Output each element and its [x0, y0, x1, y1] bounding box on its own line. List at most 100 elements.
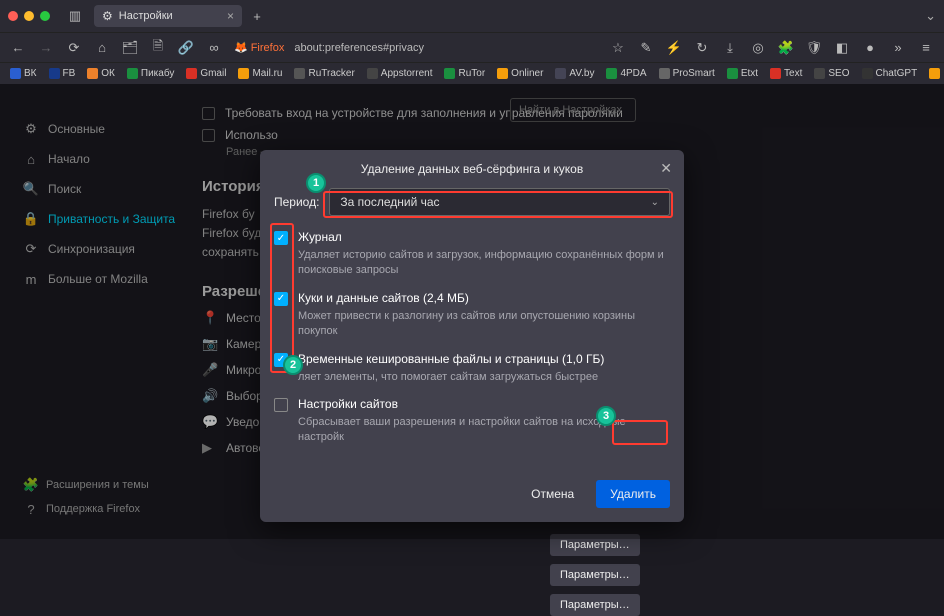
bookmark-icon: [186, 68, 197, 79]
dialog-close-button[interactable]: ✕: [660, 160, 672, 177]
bookmark-item[interactable]: SEO: [810, 67, 853, 80]
bookmark-label: Пикабу: [141, 68, 174, 79]
pen-icon[interactable]: ✎: [636, 38, 656, 58]
star-icon[interactable]: ☆: [608, 38, 628, 58]
window-minimize-button[interactable]: [24, 11, 34, 21]
bookmark-label: RuTracker: [308, 68, 354, 79]
bookmark-icon: [238, 68, 249, 79]
account-icon[interactable]: ◎: [748, 38, 768, 58]
bookmark-item[interactable]: Пикабу: [123, 67, 178, 80]
bookmark-item[interactable]: RuTor: [440, 67, 489, 80]
option-checkbox[interactable]: ✓: [274, 292, 288, 306]
bookmark-icon: [606, 68, 617, 79]
period-value: За последний час: [340, 195, 439, 209]
bookmark-item[interactable]: ВК: [6, 67, 41, 80]
bookmark-icon: [294, 68, 305, 79]
reload-button[interactable]: ⟳: [64, 38, 84, 58]
bookmark-item[interactable]: AV.by: [551, 67, 598, 80]
bookmark-item[interactable]: Text: [766, 67, 806, 80]
bookmark-item[interactable]: Mail.ru: [234, 67, 286, 80]
bookmark-label: AV.by: [569, 68, 594, 79]
bookmark-item[interactable]: Appstorrent: [363, 67, 437, 80]
download-icon[interactable]: ⤓: [720, 38, 740, 58]
bookmark-label: Mail.ru: [252, 68, 282, 79]
bookmark-icon: [555, 68, 566, 79]
bookmark-item[interactable]: Onliner: [493, 67, 547, 80]
option-checkbox[interactable]: ✓: [274, 231, 288, 245]
bookmark-item[interactable]: FB: [45, 67, 80, 80]
option-desc: Может привести к разлогину из сайтов или…: [298, 309, 670, 340]
firefox-brand-label: 🦊 Firefox: [234, 41, 284, 54]
bookmark-label: Onliner: [511, 68, 543, 79]
shield-icon[interactable]: 🛡: [804, 38, 824, 58]
bookmark-label: 4PDA: [620, 68, 646, 79]
window-traffic-lights: [8, 11, 50, 21]
option-title: Куки и данные сайтов (2,4 МБ): [298, 291, 469, 305]
bookmark-icon: [659, 68, 670, 79]
bookmark-item[interactable]: RuTracker: [290, 67, 358, 80]
delete-button[interactable]: Удалить: [596, 480, 670, 508]
clipboard-icon[interactable]: 🗎: [148, 38, 168, 58]
bookmark-label: ChatGPT: [876, 68, 918, 79]
bookmark-item[interactable]: ЮMoney: [925, 67, 944, 80]
bookmark-icon: [497, 68, 508, 79]
option-desc: Удаляет историю сайтов и загрузок, инфор…: [298, 248, 670, 279]
refresh2-icon[interactable]: ↻: [692, 38, 712, 58]
back-button[interactable]: ←: [8, 38, 28, 58]
tabs-overflow-icon[interactable]: ⌄: [925, 8, 936, 24]
avatar-icon[interactable]: ●: [860, 38, 880, 58]
bookmark-label: RuTor: [458, 68, 485, 79]
option-desc: ляет элементы, что помогает сайтам загру…: [298, 370, 670, 385]
annotation-badge-1: 1: [306, 173, 326, 193]
bookmark-icon: [444, 68, 455, 79]
bookmark-label: Appstorrent: [381, 68, 433, 79]
menu-icon[interactable]: ≡: [916, 38, 936, 58]
window-close-button[interactable]: [8, 11, 18, 21]
bookmark-icon: [367, 68, 378, 79]
bookmark-label: Gmail: [200, 68, 226, 79]
clear-data-dialog: Удаление данных веб-сёрфинга и куков ✕ П…: [260, 150, 684, 522]
bookmark-item[interactable]: 4PDA: [602, 67, 650, 80]
tab-strip: ⚙ Настройки × + ⌄: [94, 5, 936, 27]
link-icon[interactable]: 🔗: [176, 38, 196, 58]
extensions-icon[interactable]: 🧩: [776, 38, 796, 58]
tab-settings[interactable]: ⚙ Настройки ×: [94, 5, 242, 27]
annotation-badge-3: 3: [596, 406, 616, 426]
new-tab-button[interactable]: +: [246, 5, 268, 27]
pocket-icon[interactable]: ◧: [832, 38, 852, 58]
bookmark-label: FB: [63, 68, 76, 79]
url-text[interactable]: about:preferences#privacy: [294, 42, 600, 54]
bookmark-item[interactable]: ChatGPT: [858, 67, 922, 80]
infinity-icon[interactable]: ∞: [204, 38, 224, 58]
option-title: Журнал: [298, 230, 342, 244]
forward-button[interactable]: →: [36, 38, 56, 58]
bookmark-item[interactable]: ProSmart: [655, 67, 719, 80]
bookmark-label: ВК: [24, 68, 37, 79]
clear-option: ✓ Журнал Удаляет историю сайтов и загруз…: [274, 230, 670, 279]
address-bar: ← → ⟳ ⌂ 🗂 🗎 🔗 ∞ 🦊 Firefox about:preferen…: [0, 32, 944, 62]
bookmark-icon: [10, 68, 21, 79]
firefox-icon: 🦊: [234, 41, 248, 54]
home-button[interactable]: ⌂: [92, 38, 112, 58]
bookmark-label: ОК: [101, 68, 115, 79]
tab-close-icon[interactable]: ×: [227, 9, 234, 23]
option-checkbox[interactable]: [274, 398, 288, 412]
window-maximize-button[interactable]: [40, 11, 50, 21]
period-select[interactable]: За последний час ⌄: [329, 188, 670, 216]
more-icon[interactable]: »: [888, 38, 908, 58]
bookmark-label: SEO: [828, 68, 849, 79]
bookmark-icon: [770, 68, 781, 79]
bookmark-item[interactable]: Etxt: [723, 67, 762, 80]
option-title: Временные кешированные файлы и страницы …: [298, 352, 604, 366]
lightning-icon[interactable]: ⚡: [664, 38, 684, 58]
bookmark-label: ProSmart: [673, 68, 715, 79]
bookmark-item[interactable]: Gmail: [182, 67, 230, 80]
library-icon[interactable]: 🗂: [120, 38, 140, 58]
params-button[interactable]: Параметры…: [550, 564, 640, 586]
sidebar-toggle-icon[interactable]: ▥: [64, 5, 86, 27]
bookmark-item[interactable]: ОК: [83, 67, 119, 80]
params-button[interactable]: Параметры…: [550, 594, 640, 616]
bookmarks-bar: ВК FB ОК Пикабу Gmail Mail.ru RuTracker Appstor…: [0, 62, 944, 84]
bookmark-icon: [49, 68, 60, 79]
cancel-button[interactable]: Отмена: [519, 480, 586, 508]
